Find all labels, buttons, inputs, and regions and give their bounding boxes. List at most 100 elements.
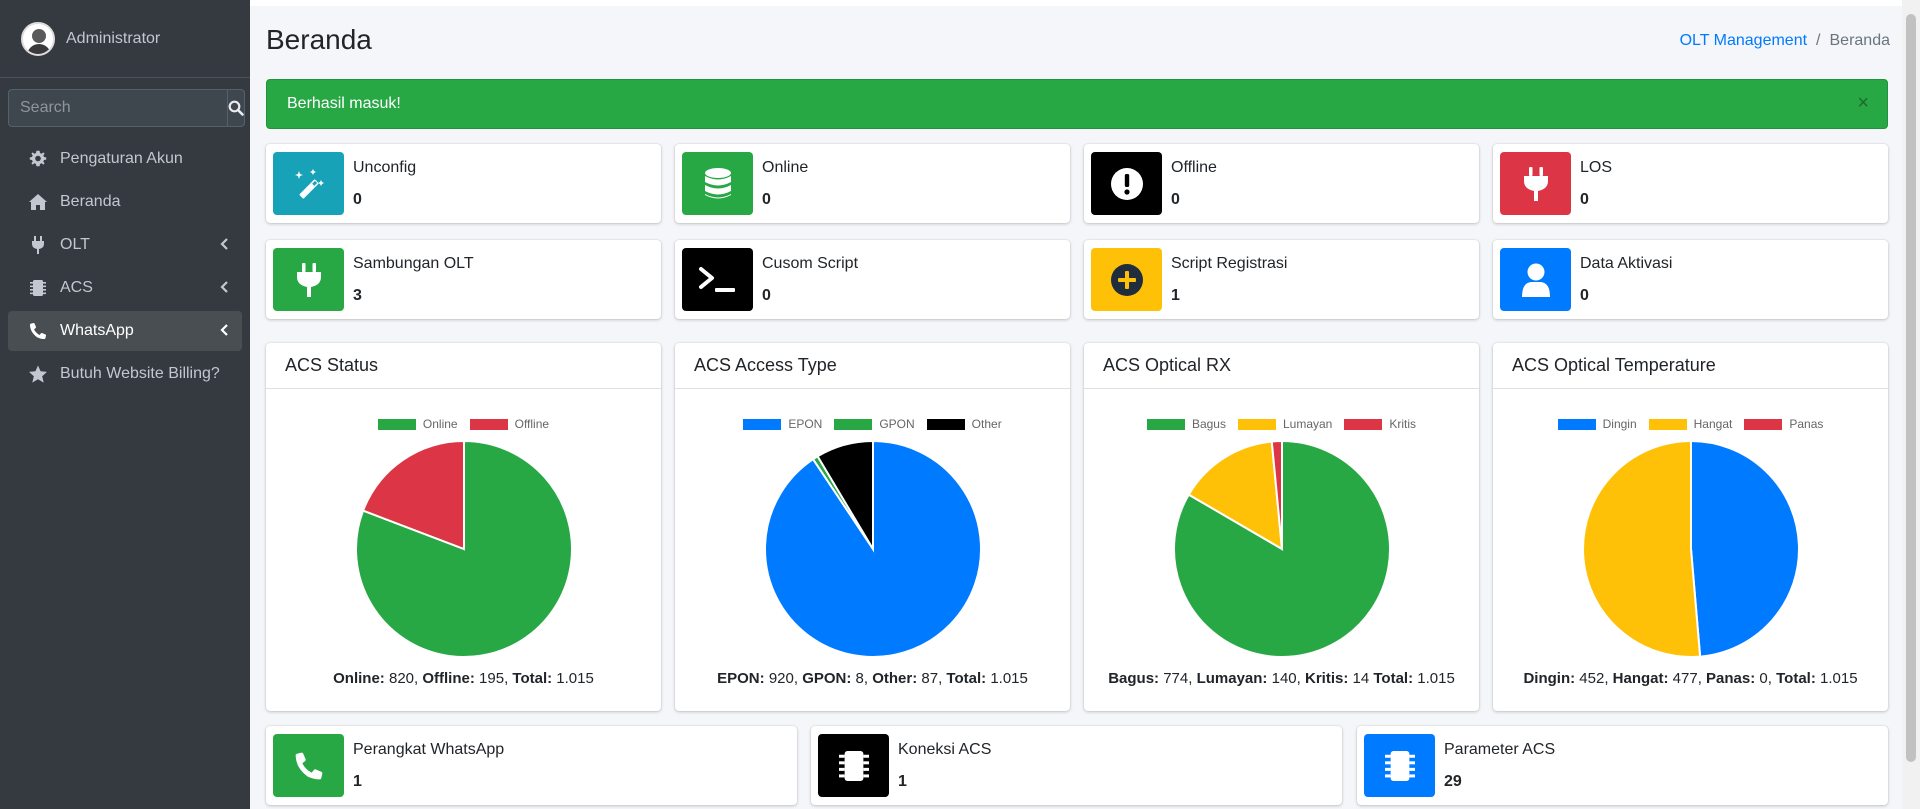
- sidebar-item-olt[interactable]: OLT: [8, 225, 242, 265]
- chart-summary: EPON: 920, GPON: 8, Other: 87, Total: 1.…: [717, 670, 1028, 687]
- legend-label: Online: [422, 417, 458, 431]
- summary-value: 0: [1759, 670, 1768, 687]
- info-box-koneksi-acs[interactable]: Koneksi ACS 1: [811, 726, 1342, 805]
- search-input[interactable]: [8, 89, 227, 127]
- microchip-icon: [28, 278, 48, 298]
- sidebar-item-beranda[interactable]: Beranda: [8, 182, 242, 222]
- user-panel[interactable]: Administrator: [0, 0, 250, 78]
- legend-item[interactable]: Dingin: [1557, 417, 1637, 431]
- legend-item[interactable]: Offline: [469, 417, 549, 431]
- card-title: ACS Status: [266, 343, 661, 389]
- summary-value: 14: [1352, 670, 1370, 687]
- microchip-icon: [818, 734, 889, 797]
- info-box-perangkat-whatsapp[interactable]: Perangkat WhatsApp 1: [266, 726, 797, 805]
- summary-label: Lumayan:: [1196, 670, 1268, 687]
- legend-item[interactable]: Lumayan: [1237, 417, 1332, 431]
- summary-value: 1.015: [1820, 670, 1858, 687]
- home-icon: [28, 192, 48, 212]
- phone-icon: [28, 321, 48, 341]
- summary-value: 1.015: [556, 670, 594, 687]
- summary-value: 820: [388, 670, 415, 687]
- chart-card-acs-access-type: ACS Access Type EPON GPON Other EPON: 92…: [675, 343, 1070, 711]
- info-box-label: Koneksi ACS: [898, 741, 992, 758]
- sidebar-item-acs[interactable]: ACS: [8, 268, 242, 308]
- sidebar-item-label: ACS: [60, 279, 93, 296]
- card-title: ACS Optical RX: [1084, 343, 1479, 389]
- summary-label: EPON:: [717, 670, 765, 687]
- scrollbar-thumb[interactable]: [1906, 14, 1916, 762]
- info-box-online[interactable]: Online 0: [675, 144, 1070, 223]
- info-box-label: Offline: [1171, 159, 1217, 176]
- legend-item[interactable]: Bagus: [1146, 417, 1226, 431]
- legend-item[interactable]: EPON: [743, 417, 822, 431]
- info-box-label: Cusom Script: [762, 255, 859, 272]
- info-box-los[interactable]: LOS 0: [1493, 144, 1888, 223]
- info-box-value: 0: [762, 191, 771, 208]
- legend-item[interactable]: Kritis: [1344, 417, 1416, 431]
- summary-label: Other:: [872, 670, 918, 687]
- breadcrumb-link[interactable]: OLT Management: [1680, 32, 1807, 49]
- info-box-offline[interactable]: Offline 0: [1084, 144, 1479, 223]
- summary-value: 195: [479, 670, 505, 687]
- info-box-unconfig[interactable]: Unconfig 0: [266, 144, 661, 223]
- sidebar-item-label: WhatsApp: [60, 322, 134, 339]
- chart-summary: Dingin: 452, Hangat: 477, Panas: 0, Tota…: [1523, 670, 1858, 687]
- info-box-value: 1: [898, 773, 907, 790]
- summary-value: 8: [855, 670, 864, 687]
- pie-chart: [355, 439, 573, 658]
- legend-item[interactable]: Other: [926, 417, 1002, 431]
- chart-summary: Bagus: 774, Lumayan: 140, Kritis: 14 Tot…: [1108, 670, 1455, 687]
- legend-item[interactable]: Panas: [1744, 417, 1823, 431]
- user-name[interactable]: Administrator: [66, 30, 160, 48]
- phone-icon: [273, 734, 344, 797]
- info-box-sambungan-olt[interactable]: Sambungan OLT 3: [266, 240, 661, 319]
- summary-label: Panas:: [1706, 670, 1756, 687]
- legend-item[interactable]: Hangat: [1648, 417, 1732, 431]
- main-content: Beranda OLT Management / Beranda Berhasil …: [250, 0, 1902, 809]
- summary-label: Hangat:: [1612, 670, 1669, 687]
- info-box-label: Parameter ACS: [1444, 741, 1556, 758]
- info-box-cusom-script[interactable]: Cusom Script 0: [675, 240, 1070, 319]
- page-title: Beranda: [266, 24, 372, 55]
- legend-label: Other: [971, 417, 1002, 431]
- sidebar-item-label: Beranda: [60, 193, 121, 210]
- user-icon: [1500, 248, 1571, 311]
- star-icon: [28, 364, 48, 384]
- summary-label: Total:: [512, 670, 553, 687]
- legend-label: Bagus: [1191, 417, 1226, 431]
- summary-value: 774: [1163, 670, 1189, 687]
- legend-item[interactable]: GPON: [834, 417, 915, 431]
- legend-item[interactable]: Online: [377, 417, 458, 431]
- magic-wand-icon: [273, 152, 344, 215]
- chevron-left-icon: [220, 238, 228, 250]
- info-box-parameter-acs[interactable]: Parameter ACS 29: [1357, 726, 1888, 805]
- chart-legend: Dingin Hangat Panas: [1493, 417, 1888, 431]
- sidebar-item-butuh-website-billing[interactable]: Butuh Website Billing?: [8, 354, 242, 394]
- chevron-left-icon: [220, 281, 228, 293]
- legend-label: EPON: [788, 417, 823, 431]
- sidebar-item-pengaturan-akun[interactable]: Pengaturan Akun: [8, 139, 242, 179]
- pie-slice-dingin[interactable]: [1690, 439, 1800, 658]
- chart-card-acs-optical-rx: ACS Optical RX Bagus Lumayan Kritis Bagu…: [1084, 343, 1479, 711]
- info-box-label: Script Registrasi: [1171, 255, 1288, 272]
- info-box-data-aktivasi[interactable]: Data Aktivasi 0: [1493, 240, 1888, 319]
- sidebar-item-label: Butuh Website Billing?: [60, 365, 220, 382]
- pie-slice-hangat[interactable]: [1581, 439, 1702, 658]
- search-button[interactable]: [227, 89, 245, 127]
- summary-label: Total:: [1776, 670, 1816, 687]
- info-box-script-registrasi[interactable]: Script Registrasi 1: [1084, 240, 1479, 319]
- legend-label: Dingin: [1602, 417, 1637, 431]
- info-box-value: 0: [1580, 191, 1589, 208]
- chart-legend: EPON GPON Other: [675, 417, 1070, 431]
- info-box-value: 0: [1171, 191, 1180, 208]
- info-box-value: 29: [1444, 773, 1462, 790]
- vertical-scrollbar[interactable]: [1902, 0, 1920, 809]
- summary-value: 140: [1271, 670, 1297, 687]
- info-box-label: Online: [762, 159, 809, 176]
- alert-close-button[interactable]: ×: [1857, 93, 1869, 113]
- info-box-label: Sambungan OLT: [353, 255, 474, 272]
- sidebar-item-whatsapp[interactable]: WhatsApp: [8, 311, 242, 351]
- avatar[interactable]: [21, 21, 55, 56]
- summary-value: 452: [1579, 670, 1605, 687]
- chart-card-acs-status: ACS Status Online Offline Online: 820, O…: [266, 343, 661, 711]
